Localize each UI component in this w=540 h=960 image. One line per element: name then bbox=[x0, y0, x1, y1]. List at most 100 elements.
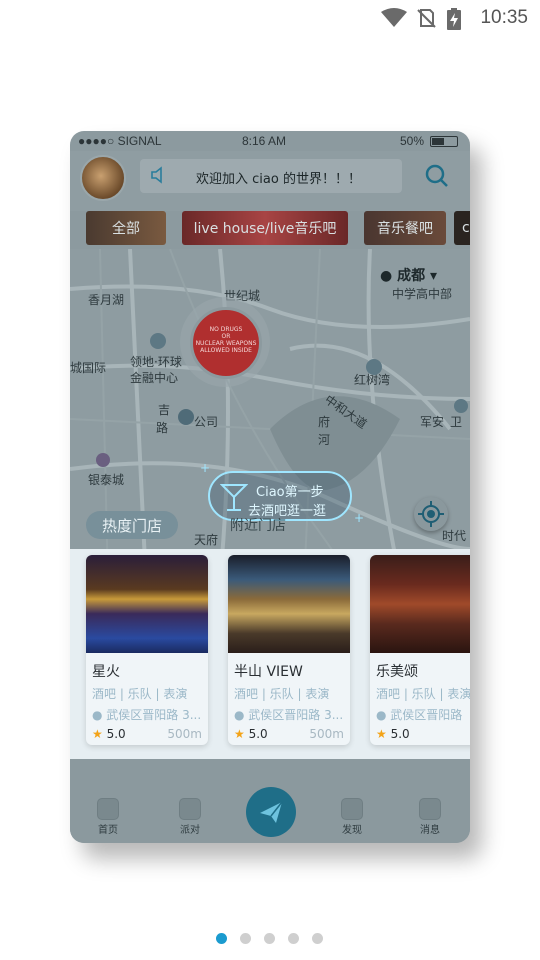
chevron-down-icon: ▾ bbox=[429, 268, 437, 284]
app-preview-card: ●●●●○ SIGNAL 8:16 AM 50% 欢迎加入 ciao 的世界！！… bbox=[70, 131, 470, 843]
store-card[interactable]: 乐美颂 酒吧 | 乐队 | 表演 ● 武侯区晋阳路 ★ 5.0 50 bbox=[370, 555, 470, 745]
store-photo bbox=[370, 555, 470, 653]
store-rating: ★ 5.0 bbox=[234, 727, 268, 741]
map-label: 军安 bbox=[420, 415, 445, 429]
store-address: ● 武侯区晋阳路 bbox=[376, 706, 462, 723]
store-tags: 酒吧 | 乐队 | 表演 bbox=[92, 687, 188, 701]
store-card[interactable]: 星火 酒吧 | 乐队 | 表演 ● 武侯区晋阳路 3... ★ 5.0 500m bbox=[86, 555, 208, 745]
store-name: 半山 VIEW bbox=[234, 664, 303, 680]
store-distance: 500m bbox=[167, 727, 202, 741]
store-rating: ★ 5.0 bbox=[376, 727, 410, 741]
tab-nearby-stores[interactable]: 附近门店 bbox=[230, 515, 286, 535]
city-name: 成都 bbox=[397, 268, 426, 284]
category-music-dining[interactable]: 音乐餐吧 bbox=[364, 211, 446, 245]
nav-party[interactable]: 派对 bbox=[170, 799, 210, 836]
inner-battery-icon bbox=[430, 136, 458, 147]
nav-label: 首页 bbox=[98, 825, 118, 836]
map-pin-icon[interactable] bbox=[178, 409, 194, 425]
store-photo bbox=[86, 555, 208, 653]
no-sim-icon bbox=[417, 9, 436, 28]
city-selector[interactable]: ● 成都 ▾ bbox=[380, 265, 437, 285]
venue-marker[interactable]: NO DRUGS OR NUCLEAR WEAPONS ALLOWED INSI… bbox=[190, 307, 262, 379]
chat-icon bbox=[420, 799, 440, 819]
page-indicator bbox=[216, 933, 326, 945]
nav-label: 消息 bbox=[420, 825, 440, 836]
announcement-text: 欢迎加入 ciao 的世界！！！ bbox=[196, 172, 361, 187]
nav-label: 发现 bbox=[342, 825, 362, 836]
system-status-bar: 10:35 bbox=[0, 0, 540, 36]
marker-text: ALLOWED INSIDE bbox=[200, 347, 252, 354]
store-name: 星火 bbox=[92, 664, 120, 680]
carrier-signal: ●●●●○ SIGNAL bbox=[78, 134, 162, 148]
map-label: 府 bbox=[318, 415, 331, 429]
nav-home[interactable]: 首页 bbox=[88, 799, 128, 836]
category-livehouse[interactable]: live house/live音乐吧 bbox=[182, 211, 348, 245]
map-label: 中学高中部 bbox=[392, 287, 453, 301]
promo-line1: Ciao第一步 bbox=[256, 485, 324, 500]
location-pin-icon: ● bbox=[380, 268, 393, 284]
star-icon: ★ bbox=[234, 727, 245, 741]
announcement-search-box[interactable]: 欢迎加入 ciao 的世界！！！ bbox=[140, 159, 402, 193]
map-label: 金融中心 bbox=[130, 371, 179, 385]
tab-hot-stores[interactable]: 热度门店 bbox=[86, 511, 178, 539]
speaker-icon bbox=[151, 166, 162, 184]
page-dot[interactable] bbox=[240, 933, 251, 944]
cocktail-icon bbox=[220, 484, 248, 511]
category-bar: 全部 live house/live音乐吧 音乐餐吧 c bbox=[70, 211, 470, 247]
home-icon bbox=[98, 799, 118, 819]
map-pin-icon[interactable] bbox=[454, 399, 468, 413]
avatar[interactable] bbox=[80, 155, 126, 201]
search-icon[interactable] bbox=[420, 159, 454, 193]
bottom-nav: 首页 派对 发现 消息 bbox=[70, 759, 470, 843]
inner-battery-level: 50% bbox=[400, 134, 425, 148]
clock: 10:35 bbox=[480, 7, 528, 28]
store-address-text: 武侯区晋阳路 bbox=[390, 708, 463, 722]
marker-text: OR bbox=[221, 333, 231, 340]
store-photo bbox=[228, 555, 350, 653]
page-dot[interactable] bbox=[264, 933, 275, 944]
star-icon: ★ bbox=[376, 727, 387, 741]
category-more[interactable]: c bbox=[454, 211, 470, 245]
store-tabs: 热度门店 附近门店 bbox=[86, 511, 456, 541]
inner-status-bar: ●●●●○ SIGNAL 8:16 AM 50% bbox=[70, 131, 470, 151]
map-label: 银泰城 bbox=[88, 473, 125, 487]
page-dot-active[interactable] bbox=[216, 933, 227, 944]
store-tags: 酒吧 | 乐队 | 表演 bbox=[234, 687, 330, 701]
store-card[interactable]: 半山 VIEW 酒吧 | 乐队 | 表演 ● 武侯区晋阳路 3... ★ 5.0… bbox=[228, 555, 350, 745]
store-address: ● 武侯区晋阳路 3... bbox=[234, 706, 343, 723]
top-bar: 欢迎加入 ciao 的世界！！！ bbox=[70, 151, 470, 211]
map-label: 吉 bbox=[158, 403, 171, 417]
inner-clock: 8:16 AM bbox=[242, 134, 287, 148]
store-rating-value: 5.0 bbox=[248, 727, 268, 741]
location-pin-icon: ● bbox=[92, 708, 107, 722]
store-rating-value: 5.0 bbox=[390, 727, 410, 741]
map-label: 领地·环球 bbox=[130, 355, 182, 369]
category-all[interactable]: 全部 bbox=[86, 211, 166, 245]
sparkle-icon: + bbox=[200, 461, 211, 475]
map-pin-icon[interactable] bbox=[366, 359, 382, 375]
map-label: 路 bbox=[156, 421, 169, 435]
map-pin-icon[interactable] bbox=[96, 453, 110, 467]
map-label: 城国际 bbox=[70, 361, 107, 375]
store-distance: 500m bbox=[309, 727, 344, 741]
battery-charging-icon bbox=[447, 8, 461, 30]
map-label: 香月湖 bbox=[88, 293, 125, 307]
nav-discover[interactable]: 发现 bbox=[332, 799, 372, 836]
location-pin-icon: ● bbox=[234, 708, 249, 722]
map-label: 卫 bbox=[450, 415, 463, 429]
store-list: 星火 酒吧 | 乐队 | 表演 ● 武侯区晋阳路 3... ★ 5.0 500m… bbox=[70, 549, 470, 759]
location-pin-icon: ● bbox=[376, 708, 391, 722]
store-name: 乐美颂 bbox=[376, 664, 418, 680]
store-address: ● 武侯区晋阳路 3... bbox=[92, 706, 201, 723]
paper-plane-icon bbox=[260, 801, 283, 823]
leaf-icon bbox=[342, 799, 362, 819]
store-address-text: 武侯区晋阳路 3... bbox=[106, 708, 202, 722]
page-dot[interactable] bbox=[288, 933, 299, 944]
publish-button[interactable] bbox=[246, 787, 296, 837]
wifi-icon bbox=[381, 8, 407, 27]
nav-label: 派对 bbox=[180, 825, 200, 836]
nav-messages[interactable]: 消息 bbox=[410, 799, 450, 836]
page-dot[interactable] bbox=[312, 933, 323, 944]
map-pin-icon[interactable] bbox=[150, 333, 166, 349]
fire-icon bbox=[180, 799, 200, 819]
